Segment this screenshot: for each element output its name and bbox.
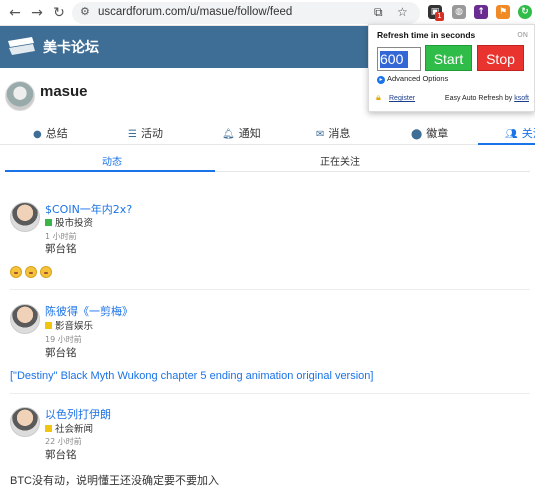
tab-messages[interactable]: ✉ 消息 [316, 125, 350, 141]
profile-username: masue [40, 83, 88, 100]
seconds-value[interactable]: 600 [380, 51, 408, 68]
envelope-icon: ✉ [316, 129, 325, 140]
active-tab-indicator [478, 143, 535, 145]
tab-follow[interactable]: 👥︎关注 [505, 125, 535, 141]
user-icon: ● [33, 129, 42, 140]
tab-label: 徽章 [426, 127, 449, 140]
bell-icon: 🔔︎ [222, 129, 235, 140]
ksoft-link[interactable]: ksoft [514, 95, 529, 102]
forward-arrow-icon[interactable]: → [28, 4, 46, 22]
active-subtab-indicator [5, 170, 215, 172]
tab-summary[interactable]: ● 总结 [33, 125, 68, 141]
register-link[interactable]: Register [389, 95, 415, 102]
extension-icon[interactable]: ◍ [452, 5, 466, 19]
tab-label: 通知 [238, 127, 261, 140]
feed-divider [10, 393, 530, 394]
post-title-link[interactable]: 以色列打伊朗 [45, 406, 111, 422]
address-bar[interactable]: ⚙ uscardforum.com/u/masue/follow/feed ⧉ … [72, 2, 420, 24]
popup-title: Refresh time in seconds [377, 30, 476, 40]
back-arrow-icon[interactable]: ← [6, 4, 24, 22]
advanced-options-link[interactable]: ▸ Advanced Options [377, 74, 448, 84]
follow-subtabs: 动态 正在关注 [0, 146, 535, 172]
site-logo-icon[interactable] [6, 35, 36, 59]
badge-icon: ⬤ [411, 129, 423, 140]
site-name[interactable]: 美卡论坛 [43, 37, 99, 57]
post-author[interactable]: 郭台铭 [45, 447, 77, 462]
tab-label: 活动 [140, 127, 163, 140]
post-body-link[interactable]: ["Destiny" Black Myth Wukong chapter 5 e… [10, 370, 373, 382]
tab-label: 消息 [328, 127, 351, 140]
users-icon: 👥︎ [505, 129, 518, 140]
seconds-input[interactable]: 600 [377, 47, 421, 71]
category-badge[interactable]: 股市投资 [45, 215, 93, 229]
category-label: 影音娱乐 [55, 321, 94, 332]
tab-notifications[interactable]: 🔔︎ 通知 [222, 125, 261, 141]
tab-label: 总结 [45, 127, 68, 140]
start-button[interactable]: Start [425, 45, 472, 71]
credit-text: Easy Auto Refresh by ksoft [445, 95, 529, 102]
extension-badge: 1 [435, 12, 444, 21]
list-icon: ☰ [128, 129, 137, 140]
auto-refresh-extension-icon[interactable]: ↻ [518, 5, 532, 19]
stop-button[interactable]: Stop [477, 45, 524, 71]
category-label: 股市投资 [55, 218, 94, 229]
bookmark-star-icon[interactable]: ☆ [397, 5, 408, 19]
post-body: BTC没有动，说明懂王还没确定要不要加入 [10, 475, 219, 487]
url-text: uscardforum.com/u/masue/follow/feed [98, 6, 293, 18]
post-author[interactable]: 郭台铭 [45, 241, 77, 256]
site-settings-icon[interactable]: ⚙ [80, 5, 90, 18]
advanced-options-label: Advanced Options [387, 74, 449, 83]
category-label: 社会新闻 [55, 424, 94, 435]
subtab-following[interactable]: 正在关注 [320, 153, 360, 168]
cast-icon[interactable]: ⧉ [374, 5, 383, 20]
extension-icon[interactable]: ↑ [474, 5, 488, 19]
expand-icon: ▸ [377, 76, 385, 84]
reload-icon[interactable]: ↻ [50, 4, 68, 22]
credit-label: Easy Auto Refresh by [444, 95, 513, 102]
category-color-swatch [45, 219, 52, 226]
feed-divider [10, 289, 530, 290]
post-time: 22 小时前 [45, 437, 82, 446]
post-body [10, 266, 55, 281]
category-color-swatch [45, 322, 52, 329]
post-time: 19 小时前 [45, 335, 82, 344]
profile-tabs: ●总结 ☰活动 🔔︎通知 ✉消息 ⬤徽章 👥︎关注 [0, 119, 535, 145]
tab-activity[interactable]: ☰ 活动 [128, 125, 163, 141]
browser-toolbar: ← → ↻ ⚙ uscardforum.com/u/masue/follow/f… [0, 0, 535, 26]
tab-label: 关注 [521, 127, 535, 140]
tab-badges[interactable]: ⬤ 徽章 [411, 125, 448, 141]
category-color-swatch [45, 425, 52, 432]
category-badge[interactable]: 社会新闻 [45, 421, 93, 435]
lock-icon: 🔒︎ [376, 93, 381, 103]
subtab-feed[interactable]: 动态 [102, 153, 122, 168]
smile-emoji-icon [25, 266, 37, 278]
post-title-link[interactable]: 陈彼得《一剪梅》 [45, 303, 133, 319]
smile-emoji-icon [40, 266, 52, 278]
author-avatar[interactable] [10, 304, 40, 334]
category-badge[interactable]: 影音娱乐 [45, 318, 93, 332]
author-avatar[interactable] [10, 407, 40, 437]
refresh-status: ON [517, 31, 528, 39]
post-author[interactable]: 郭台铭 [45, 345, 77, 360]
extension-icon[interactable]: ⚑ [496, 5, 510, 19]
author-avatar[interactable] [10, 202, 40, 232]
profile-avatar[interactable] [5, 81, 35, 111]
auto-refresh-popup: Refresh time in seconds ON 600 Start Sto… [368, 24, 535, 112]
smile-emoji-icon [10, 266, 22, 278]
